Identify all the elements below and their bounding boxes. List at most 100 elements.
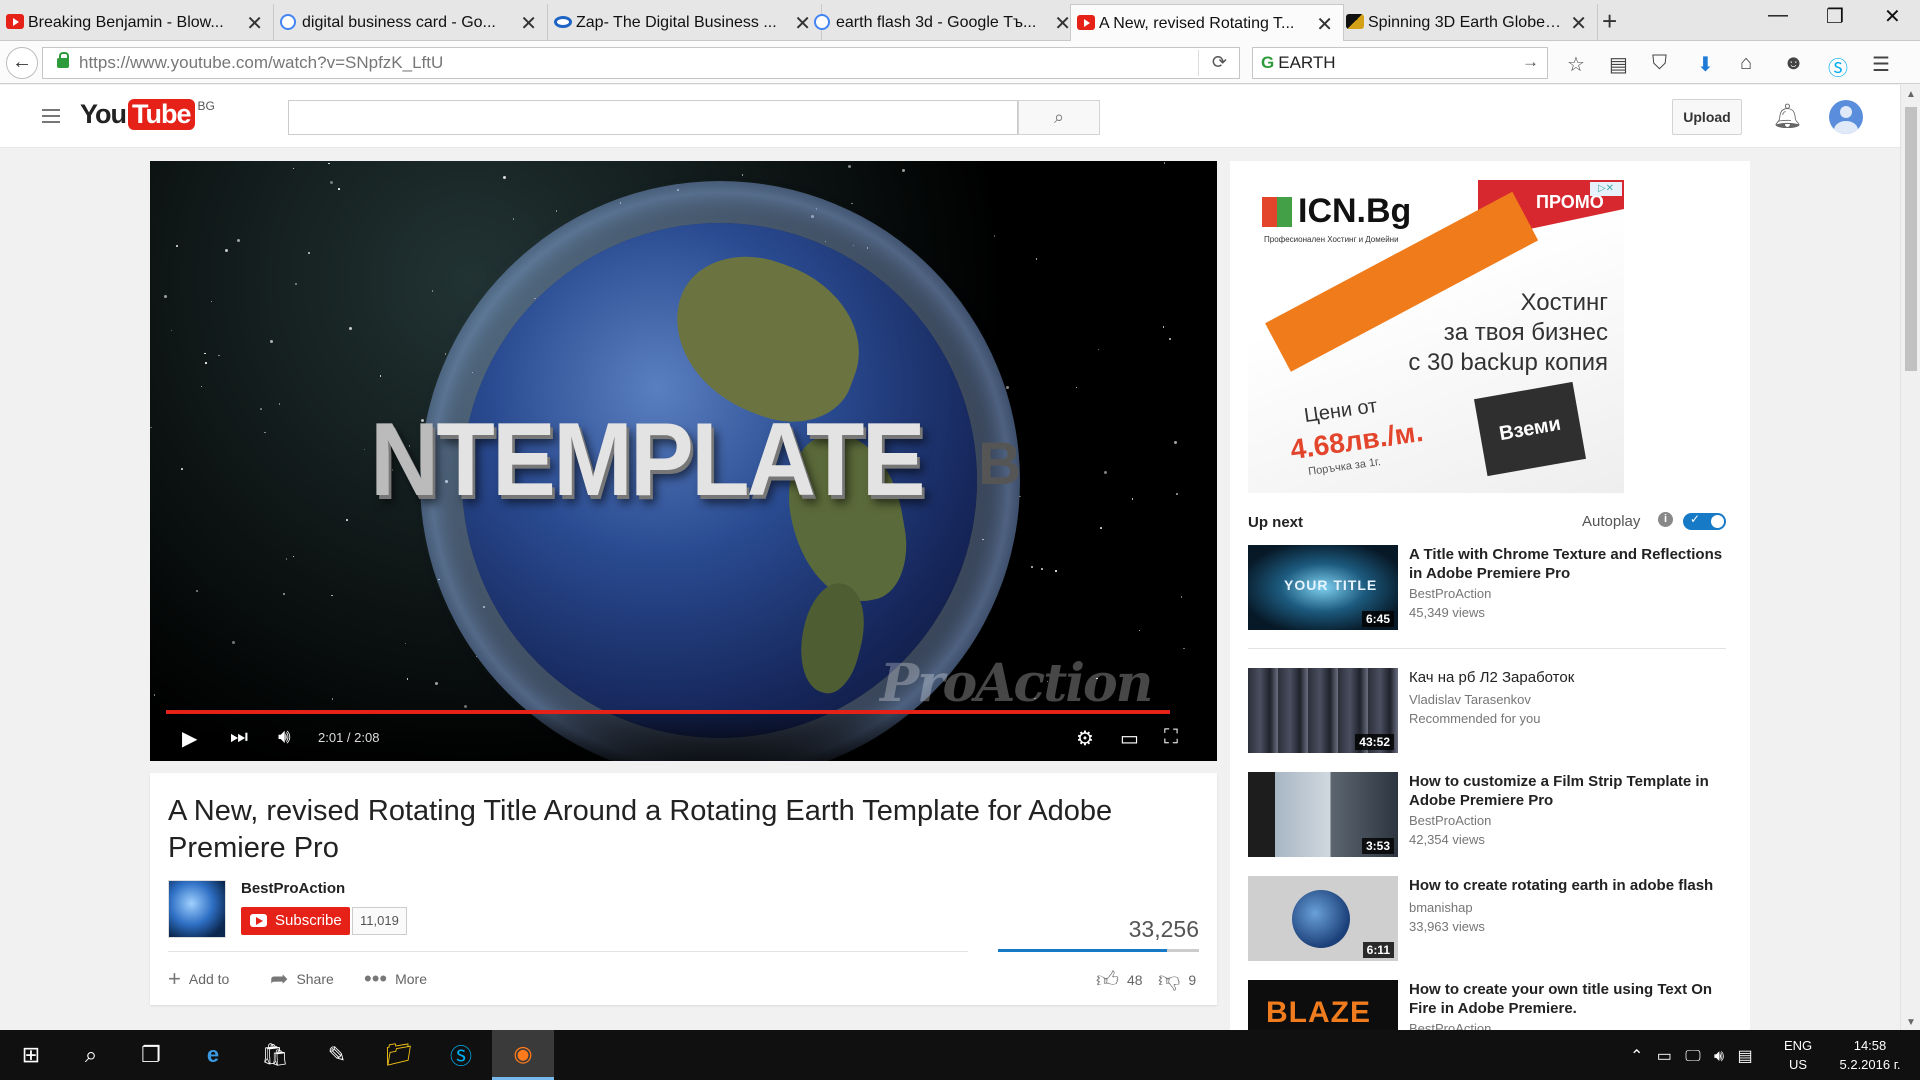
reading-list-icon[interactable]: ▤	[1609, 52, 1628, 77]
close-tab-icon[interactable]: ✕	[1054, 11, 1071, 36]
file-explorer-icon[interactable]: 📁︎	[368, 1030, 430, 1080]
more-button[interactable]: ••• More	[364, 966, 427, 992]
ad-headline-2: за твоя бизнес	[1443, 319, 1608, 346]
video-thumbnail[interactable]: BLAZE	[1248, 980, 1398, 1030]
url-path: /watch?v=SNpfzK_LftU	[267, 53, 444, 72]
system-tray[interactable]: ⌃ ▭ 🖵︎ 🔊︎ ▤	[1630, 1046, 1753, 1066]
chevron-up-icon[interactable]: ⌃	[1630, 1048, 1643, 1065]
close-tab-icon[interactable]: ✕	[1316, 12, 1333, 37]
scrollbar-thumb[interactable]	[1905, 107, 1917, 371]
close-tab-icon[interactable]: ✕	[246, 11, 263, 36]
youtube-header: You Tube BG ⌕ Upload 🔔︎	[0, 85, 1900, 148]
skype-icon[interactable]: Ⓢ	[430, 1030, 492, 1080]
video-thumbnail[interactable]: YOUR TITLE 6:45	[1248, 545, 1398, 630]
firefox-icon[interactable]: ◉	[492, 1030, 554, 1080]
next-icon[interactable]: ⏭︎	[230, 726, 248, 749]
star	[901, 168, 905, 172]
browser-tab-active[interactable]: A New, revised Rotating T... ✕	[1070, 4, 1344, 42]
video-player[interactable]: NTEMPLATE B ProAction ▶ ⏭︎ 🔊︎ 2:01 / 2:0…	[150, 161, 1217, 761]
autoplay-label: Autoplay	[1582, 513, 1641, 530]
bookmark-star-icon[interactable]: ☆	[1567, 52, 1585, 77]
related-title[interactable]: How to create your own title using Text …	[1409, 980, 1728, 1018]
input-language[interactable]: ENG US	[1784, 1036, 1812, 1074]
scroll-up-icon[interactable]: ▲	[1906, 89, 1916, 100]
fullscreen-icon[interactable]: ⛶	[1164, 726, 1178, 749]
battery-icon[interactable]: ▭	[1657, 1048, 1672, 1065]
notifications-bell-icon[interactable]: 🔔︎	[1772, 102, 1802, 131]
browser-tab[interactable]: earth flash 3d - Google Тъ... ✕	[808, 4, 1082, 41]
subscribe-button[interactable]: Subscribe	[241, 907, 350, 935]
channel-name[interactable]: BestProAction	[241, 880, 345, 897]
dislike-button[interactable]: 👎︎ 9	[1158, 966, 1196, 993]
app-icon[interactable]: ✎	[306, 1030, 368, 1080]
reload-icon[interactable]: ⟳	[1212, 52, 1227, 73]
address-bar[interactable]: https://www.youtube.com/watch?v=SNpfzK_L…	[42, 47, 1240, 79]
related-channel: BestProAction	[1409, 586, 1492, 601]
ad-choices-icon[interactable]: ▷✕	[1590, 182, 1622, 196]
theater-mode-icon[interactable]: ▭	[1120, 726, 1139, 751]
downloads-icon[interactable]: ⬇	[1697, 52, 1714, 77]
close-window-icon[interactable]: ✕	[1884, 4, 1901, 29]
related-video[interactable]: BLAZE How to create your own title using…	[1248, 980, 1728, 1030]
youtube-logo[interactable]: You Tube BG	[80, 99, 215, 130]
volume-icon[interactable]: 🔊︎	[278, 726, 291, 749]
back-button[interactable]: ←	[6, 47, 38, 79]
share-button[interactable]: ➦ Share	[270, 966, 334, 992]
video-title: A New, revised Rotating Title Around a R…	[168, 795, 1113, 864]
search-go-icon[interactable]: →	[1522, 52, 1539, 72]
ad-banner[interactable]: ПРОМО ICN.Bg Професионален Хостинг и Дом…	[1248, 180, 1624, 493]
new-tab-icon[interactable]: +	[1602, 6, 1617, 37]
search-icon[interactable]: ⌕	[60, 1030, 122, 1080]
settings-gear-icon[interactable]: ⚙	[1076, 726, 1094, 751]
restore-icon[interactable]: ❐	[1826, 4, 1844, 29]
youtube-search-input[interactable]	[288, 100, 1018, 135]
ad-cta-button[interactable]: Вземи	[1473, 381, 1587, 477]
chat-icon[interactable]: ☻	[1783, 52, 1804, 75]
pocket-icon[interactable]: ⛉	[1652, 52, 1667, 75]
store-icon[interactable]: 🛍︎	[244, 1030, 306, 1080]
start-windows-icon[interactable]: ⊞	[0, 1030, 62, 1080]
page-scrollbar[interactable]: ▲ ▼	[1900, 85, 1920, 1030]
related-video[interactable]: 6:11 How to create rotating earth in ado…	[1248, 876, 1728, 962]
video-thumbnail[interactable]: 3:53	[1248, 772, 1398, 857]
browser-tab[interactable]: digital business card - Go... ✕	[274, 4, 548, 41]
browser-tab[interactable]: Breaking Benjamin - Blow... ✕	[0, 4, 274, 41]
close-tab-icon[interactable]: ✕	[1570, 11, 1587, 36]
overlay-left-fragment: N	[370, 402, 439, 518]
like-button[interactable]: 👍︎ 48	[1096, 966, 1143, 993]
browser-search-box[interactable]: G EARTH →	[1252, 47, 1548, 79]
info-icon[interactable]: i	[1658, 512, 1673, 527]
close-tab-icon[interactable]: ✕	[520, 11, 537, 36]
video-thumbnail[interactable]: 6:11	[1248, 876, 1398, 961]
avatar[interactable]	[1829, 100, 1863, 134]
related-title[interactable]: A Title with Chrome Texture and Reflecti…	[1409, 545, 1729, 583]
home-icon[interactable]: ⌂	[1740, 52, 1752, 75]
upload-button[interactable]: Upload	[1672, 99, 1742, 135]
browser-tab[interactable]: Spinning 3D Earth Globes ... ✕	[1340, 4, 1598, 41]
related-video[interactable]: 43:52 Кач на рб Л2 Заработок Vladislav T…	[1248, 668, 1728, 754]
network-icon[interactable]: 🖵︎	[1685, 1048, 1700, 1065]
browser-tab[interactable]: Zap- The Digital Business ... ✕	[548, 4, 822, 41]
time-display: 2:01 / 2:08	[318, 730, 380, 745]
task-view-icon[interactable]: ❐	[120, 1030, 182, 1080]
related-title[interactable]: How to customize a Film Strip Template i…	[1409, 772, 1729, 810]
add-to-button[interactable]: + Add to	[168, 966, 229, 992]
play-icon[interactable]: ▶	[182, 726, 197, 751]
volume-icon[interactable]: 🔊︎	[1714, 1048, 1724, 1065]
channel-avatar[interactable]	[168, 880, 226, 938]
skype-icon[interactable]: Ⓢ	[1828, 52, 1848, 81]
guide-menu-icon[interactable]	[42, 109, 60, 111]
edge-icon[interactable]: e	[182, 1030, 244, 1080]
related-video[interactable]: 3:53 How to customize a Film Strip Templ…	[1248, 772, 1728, 858]
scroll-down-icon[interactable]: ▼	[1906, 1017, 1916, 1028]
related-video[interactable]: YOUR TITLE 6:45 A Title with Chrome Text…	[1248, 545, 1728, 631]
video-thumbnail[interactable]: 43:52	[1248, 668, 1398, 753]
youtube-search-button[interactable]: ⌕	[1018, 100, 1100, 135]
minimize-icon[interactable]: —	[1768, 4, 1788, 27]
clock[interactable]: 14:58 5.2.2016 г.	[1830, 1036, 1910, 1074]
related-title[interactable]: How to create rotating earth in adobe fl…	[1409, 876, 1729, 895]
notifications-icon[interactable]: ▤	[1737, 1048, 1752, 1065]
related-title[interactable]: Кач на рб Л2 Заработок	[1409, 668, 1729, 687]
menu-icon[interactable]: ☰	[1872, 52, 1890, 77]
autoplay-toggle[interactable]: ✓	[1683, 512, 1726, 530]
